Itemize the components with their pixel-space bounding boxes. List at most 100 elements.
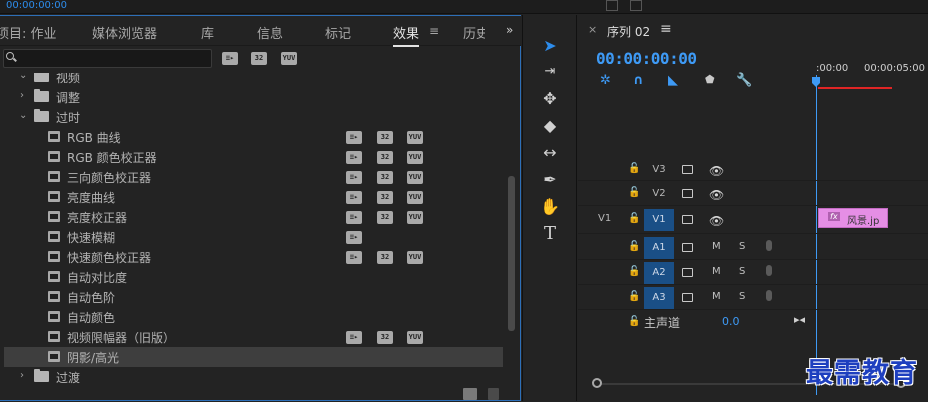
overflow-chevron-icon[interactable]: » xyxy=(506,23,513,37)
mic-icon[interactable] xyxy=(766,240,772,251)
master-track[interactable]: 🔓 主声道 0.0 ▸◂ xyxy=(578,311,928,333)
tab-effects[interactable]: 效果 xyxy=(393,23,420,47)
snap-icon[interactable]: ∩ xyxy=(633,73,644,88)
tree-folder-obsolete[interactable]: ⌄ 过时 xyxy=(4,107,503,127)
track-v2[interactable]: 🔓 V2 👁 xyxy=(578,182,928,206)
solo-button[interactable]: S xyxy=(739,291,745,302)
delete-icon[interactable] xyxy=(488,388,499,400)
source-patch[interactable]: V1 xyxy=(598,213,611,224)
share-icon[interactable] xyxy=(630,0,642,11)
solo-button[interactable]: S xyxy=(739,241,745,252)
eye-icon[interactable]: 👁 xyxy=(709,188,724,202)
mute-button[interactable]: M xyxy=(712,266,721,277)
tree-effect-auto-color[interactable]: 自动颜色 xyxy=(4,307,503,327)
eye-icon[interactable]: 👁 xyxy=(709,214,724,228)
track-select-tool-icon[interactable]: ⇥ xyxy=(539,61,561,83)
new-folder-icon[interactable] xyxy=(463,388,477,400)
tab-effects-menu-icon[interactable]: ≡ xyxy=(429,24,439,38)
expand-arrow-icon[interactable]: ⌄ xyxy=(19,73,27,81)
close-icon[interactable]: × xyxy=(588,23,597,36)
nest-toggle-icon[interactable]: ✲ xyxy=(600,73,611,88)
wrench-icon[interactable]: 🔧 xyxy=(736,73,752,88)
mic-icon[interactable] xyxy=(766,265,772,276)
track-name[interactable]: V3 xyxy=(644,159,674,181)
linked-selection-icon[interactable]: ◣ xyxy=(668,73,678,88)
collapse-arrow-icon[interactable]: › xyxy=(20,370,24,381)
export-frame-icon[interactable] xyxy=(606,0,618,11)
pen-tool-icon[interactable]: ✒ xyxy=(539,169,561,191)
tab-history[interactable]: 历史 xyxy=(463,23,485,42)
track-name[interactable]: A3 xyxy=(644,287,674,309)
sync-lock-icon[interactable] xyxy=(682,165,693,174)
lock-icon[interactable]: 🔓 xyxy=(628,266,640,277)
mute-button[interactable]: M xyxy=(712,291,721,302)
solo-button[interactable]: S xyxy=(739,266,745,277)
tree-effect-shadow-highlight[interactable]: 阴影/高光 xyxy=(4,347,503,367)
accelerated-badge-icon: ≡▸ xyxy=(346,331,362,344)
type-tool-icon[interactable]: T xyxy=(539,223,561,245)
track-a1[interactable]: 🔓 A1 M S xyxy=(578,236,928,260)
collapse-arrow-icon[interactable]: › xyxy=(20,90,24,101)
track-name[interactable]: V1 xyxy=(644,209,674,231)
tree-folder-adjust[interactable]: › 调整 xyxy=(4,87,503,107)
sequence-tab[interactable]: × 序列 02 ≡ xyxy=(578,15,928,43)
slip-tool-icon[interactable]: ↔ xyxy=(539,142,561,164)
sync-lock-icon[interactable] xyxy=(682,189,693,198)
expand-arrow-icon[interactable]: ⌄ xyxy=(19,110,27,121)
tree-folder-video[interactable]: ⌄ 视频 xyxy=(4,73,503,87)
panel-menu-icon[interactable]: ≡ xyxy=(660,21,672,37)
tree-effect-rgb-curves[interactable]: RGB 曲线 ≡▸ 32 YUV xyxy=(4,127,503,147)
timeline-timecode[interactable]: 00:00:00:00 xyxy=(596,49,697,68)
effects-search-input[interactable] xyxy=(3,49,212,68)
lock-icon[interactable]: 🔓 xyxy=(628,213,640,224)
lock-icon[interactable]: 🔓 xyxy=(628,163,640,174)
tab-info[interactable]: 信息 xyxy=(257,23,283,42)
tab-media-browser[interactable]: 媒体浏览器 xyxy=(92,23,157,42)
go-to-in-out-icon[interactable]: ▸◂ xyxy=(794,313,805,326)
track-name[interactable]: A1 xyxy=(644,237,674,259)
lock-icon[interactable]: 🔓 xyxy=(628,187,640,198)
sync-lock-icon[interactable] xyxy=(682,293,693,302)
tree-effect-luma-curve[interactable]: 亮度曲线 ≡▸ 32 YUV xyxy=(4,187,503,207)
tab-libraries[interactable]: 库 xyxy=(201,23,214,42)
tab-markers[interactable]: 标记 xyxy=(325,23,351,42)
lock-icon[interactable]: 🔓 xyxy=(628,316,640,327)
sync-lock-icon[interactable] xyxy=(682,268,693,277)
track-name[interactable]: A2 xyxy=(644,262,674,284)
accelerated-badge-icon[interactable]: ≡▸ xyxy=(222,52,238,65)
tree-effect-fast-blur[interactable]: 快速模糊 ≡▸ xyxy=(4,227,503,247)
track-a3[interactable]: 🔓 A3 M S xyxy=(578,286,928,310)
tree-effect-auto-levels[interactable]: 自动色阶 xyxy=(4,287,503,307)
mute-button[interactable]: M xyxy=(712,241,721,252)
yuv-badge[interactable]: YUV xyxy=(281,52,297,65)
lock-icon[interactable]: 🔓 xyxy=(628,291,640,302)
sync-lock-icon[interactable] xyxy=(682,243,693,252)
tree-effect-video-limiter-legacy[interactable]: 视频限幅器（旧版） ≡▸ 32 YUV xyxy=(4,327,503,347)
tree-effect-auto-contrast[interactable]: 自动对比度 xyxy=(4,267,503,287)
razor-tool-icon[interactable]: ◆ xyxy=(539,115,561,137)
add-marker-icon[interactable]: ⬟ xyxy=(705,73,715,86)
master-volume[interactable]: 0.0 xyxy=(722,315,740,328)
playhead-line[interactable] xyxy=(816,75,817,395)
tree-scrollbar[interactable] xyxy=(508,176,515,331)
tree-effect-three-way[interactable]: 三向颜色校正器 ≡▸ 32 YUV xyxy=(4,167,503,187)
tree-folder-transitions[interactable]: › 过渡 xyxy=(4,367,503,385)
tab-project[interactable]: 项目: 作业 xyxy=(0,23,57,42)
tree-effect-rgb-color-corrector[interactable]: RGB 颜色校正器 ≡▸ 32 YUV xyxy=(4,147,503,167)
zoom-handle-left[interactable] xyxy=(592,378,602,388)
track-a2[interactable]: 🔓 A2 M S xyxy=(578,261,928,285)
mic-icon[interactable] xyxy=(766,290,772,301)
sync-lock-icon[interactable] xyxy=(682,215,693,224)
selection-tool-icon[interactable]: ➤ xyxy=(539,35,561,57)
tree-effect-luma-corrector[interactable]: 亮度校正器 ≡▸ 32 YUV xyxy=(4,207,503,227)
video-clip[interactable]: fx 风景.jp xyxy=(818,208,888,228)
lock-icon[interactable]: 🔓 xyxy=(628,241,640,252)
tree-effect-fast-color-corrector[interactable]: 快速颜色校正器 ≡▸ 32 YUV xyxy=(4,247,503,267)
track-v3[interactable]: 🔓 V3 👁 xyxy=(578,158,928,181)
ripple-edit-tool-icon[interactable]: ✥ xyxy=(539,88,561,110)
master-label: 主声道 xyxy=(644,316,681,330)
track-name[interactable]: V2 xyxy=(644,183,674,205)
hand-tool-icon[interactable]: ✋ xyxy=(539,196,561,218)
eye-icon[interactable]: 👁 xyxy=(709,164,724,178)
32bit-badge[interactable]: 32 xyxy=(251,52,267,65)
